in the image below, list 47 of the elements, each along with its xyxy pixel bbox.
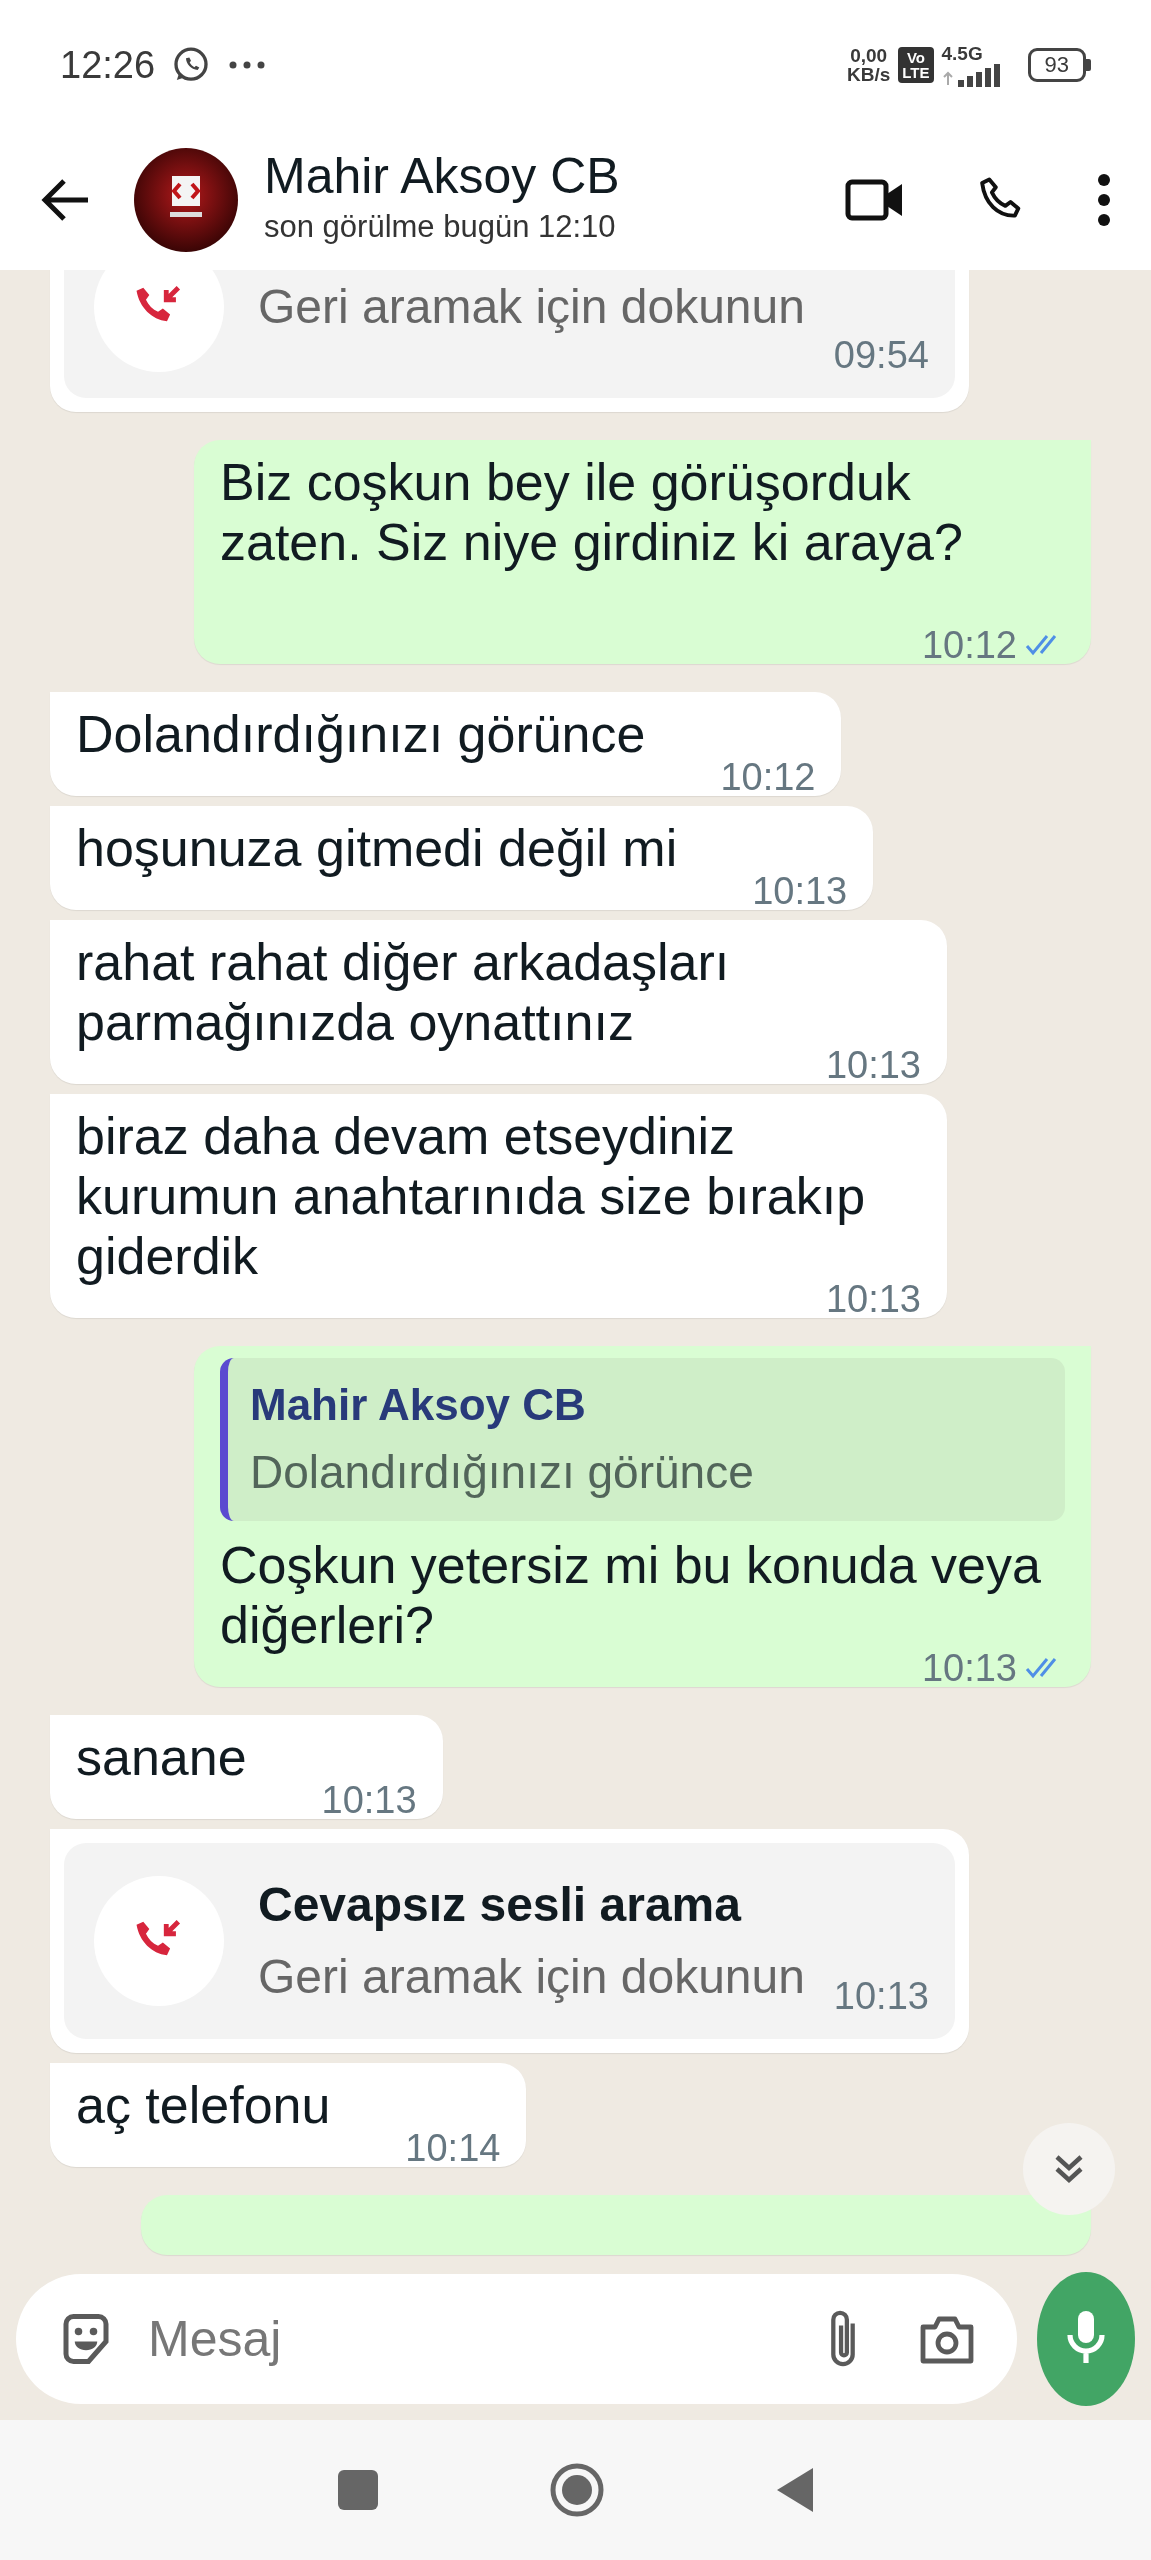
message-time: 10:12: [921, 630, 1017, 660]
menu-button[interactable]: [1097, 173, 1111, 227]
message-time: 10:13: [752, 876, 848, 906]
message-text: hoşunuza gitmedi değil mi: [76, 818, 679, 878]
message-time: 10:13: [321, 1785, 417, 1815]
back-arrow-icon: [40, 178, 90, 222]
message-time: 10:13: [921, 1653, 1017, 1683]
call-subtitle: Geri aramak için dokunun: [258, 279, 805, 335]
call-bubble[interactable]: Geri aramak için dokunun 09:54: [50, 270, 969, 412]
recents-button[interactable]: [336, 2469, 379, 2511]
call-bubble[interactable]: Cevapsız sesli arama Geri aramak için dokunun 10:13: [50, 1829, 969, 2053]
data-rate-unit: KB/s: [847, 65, 891, 84]
data-rate: 0,00: [849, 46, 889, 65]
quote-text: Dolandırdığınızı görünce: [250, 1445, 755, 1500]
lte-label: LTE: [902, 65, 930, 80]
battery-indicator: 93: [1027, 48, 1091, 82]
message-text: Dolandırdığınızı görünce: [76, 704, 647, 764]
back-button[interactable]: [40, 178, 90, 222]
message-text: sanane: [76, 1727, 248, 1787]
message-field[interactable]: Mesaj: [16, 2274, 1017, 2404]
clock-time: 12:26: [60, 42, 156, 88]
network-type: 4.5G: [941, 43, 984, 63]
video-camera-icon: [845, 178, 905, 222]
home-button[interactable]: [548, 2462, 605, 2518]
quoted-message[interactable]: Mahir Aksoy CB Dolandırdığınızı görünce: [220, 1358, 1065, 1521]
message-time: 10:12: [720, 762, 816, 792]
message-time: 10:14: [405, 2133, 501, 2163]
message-text: biraz daha devam etseydiniz kurumun anahtarınıda size bırakıp giderdik: [76, 1106, 867, 1285]
message-time: 09:54: [833, 333, 929, 378]
video-call-button[interactable]: [845, 178, 905, 222]
call-subtitle: Geri aramak için dokunun: [258, 1949, 805, 2005]
message-time: 10:13: [825, 1050, 921, 1080]
circle-icon: [548, 2462, 605, 2518]
message-text: Biz coşkun bey ile görüşorduk zaten. Siz niye girdiniz ki araya?: [220, 452, 964, 573]
message-text: aç telefonu: [76, 2075, 332, 2135]
kebab-menu-icon: [1097, 173, 1111, 227]
quote-author: Mahir Aksoy CB: [250, 1379, 587, 1431]
message-time: 10:13: [825, 1284, 921, 1314]
volte-label: Vo: [905, 50, 926, 65]
message-input[interactable]: Mesaj: [146, 2300, 793, 2378]
message-text: rahat rahat diğer arkadaşları parmağınızda oynattınız: [76, 932, 731, 1052]
square-icon: [336, 2469, 379, 2511]
message-time: 10:13: [833, 1974, 929, 2019]
message-text: Coşkun yetersiz mi bu konuda veya diğerleri?: [220, 1535, 1042, 1654]
call-title: Cevapsız sesli arama: [258, 1877, 743, 1933]
last-seen-text: son görülme bugün 12:10: [264, 208, 617, 247]
contact-name[interactable]: Mahir Aksoy CB: [264, 149, 845, 205]
